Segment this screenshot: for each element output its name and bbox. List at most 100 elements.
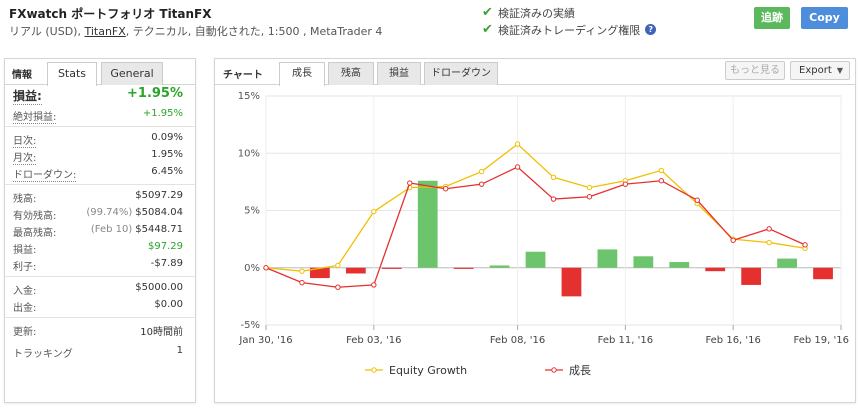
equity-growth-point [514, 141, 521, 147]
info-panel: 情報 Stats General 損益: +1.95% 絶対損益: +1.95%… [4, 58, 196, 403]
tab-profit[interactable]: 損益 [377, 62, 421, 85]
y-tick-label: 0% [244, 263, 260, 274]
x-tick-label: Feb 03, '16 [346, 335, 401, 346]
stat-interest: 利子: -$7.89 [5, 256, 195, 273]
growth-point [766, 226, 772, 232]
stat-tracking-value: 1 [176, 345, 183, 356]
x-tick-label: Feb 16, '16 [705, 335, 760, 346]
stat-gain-label: 損益: [13, 89, 42, 105]
export-label: Export [799, 65, 832, 76]
copy-button[interactable]: Copy [801, 7, 848, 29]
verified-trading-privileges: ✔ 検証済みトレーディング権限 ? [482, 21, 657, 38]
account-subline: リアル (USD), TitanFX, テクニカル, 自動化された, 1:500… [9, 23, 382, 39]
tab-balance[interactable]: 残高 [328, 62, 374, 85]
stat-updated-label: 更新: [13, 327, 37, 338]
tab-drawdown[interactable]: ドローダウン [424, 62, 498, 85]
equity-growth-point [586, 184, 593, 191]
account-details: , テクニカル, 自動化された, 1:500 , MetaTrader 4 [125, 25, 383, 38]
stat-abs-gain-value: +1.95% [142, 108, 183, 119]
equity-growth-point [478, 168, 485, 175]
growth-point [658, 178, 665, 184]
equity-growth-point [550, 174, 557, 180]
chart-section-label: チャート [223, 70, 263, 81]
stat-equity-value: $5084.04 [135, 207, 183, 218]
check-icon: ✔ [482, 5, 493, 20]
divider [5, 276, 195, 277]
growth-point [478, 181, 485, 187]
stat-withdrawals: 出金: $0.00 [5, 297, 195, 314]
divider [5, 184, 195, 185]
account-title: FXwatch ポートフォリオ TitanFX [9, 7, 212, 21]
bar [741, 267, 762, 285]
info-section-label: 情報 [12, 70, 32, 81]
stat-tracking-label: トラッキング [13, 349, 73, 360]
stat-interest-value: -$7.89 [150, 258, 183, 269]
verified-trading-privileges-label: 検証済みトレーディング権限 [498, 23, 641, 37]
help-icon[interactable]: ? [645, 24, 657, 35]
bar [777, 258, 797, 268]
broker-link[interactable]: TitanFX [84, 25, 125, 38]
stat-deposits: 入金: $5000.00 [5, 280, 195, 297]
info-tabs: 情報 Stats General [5, 59, 195, 86]
tab-general[interactable]: General [101, 62, 163, 85]
stat-monthly-label: 月次: [13, 149, 37, 165]
growth-point [407, 180, 413, 186]
stat-updated-value: 10時間前 [140, 327, 183, 338]
stat-drawdown-label: ドローダウン: [13, 166, 77, 182]
equity-growth-point [658, 167, 665, 174]
verified-track-record: ✔ 検証済みの実績 [482, 4, 656, 21]
stat-withdrawals-label: 出金: [13, 303, 37, 314]
stat-daily: 日次: 0.09% [5, 130, 195, 148]
stat-deposits-value: $5000.00 [135, 282, 183, 293]
tab-stats[interactable]: Stats [47, 62, 97, 86]
stat-drawdown-value: 6.45% [151, 166, 183, 177]
growth-point [550, 196, 557, 202]
stat-balance-label: 残高: [13, 194, 37, 205]
tab-growth[interactable]: 成長 [279, 62, 325, 86]
y-tick-label: 10% [238, 148, 260, 159]
bar [669, 262, 690, 268]
bar [633, 256, 654, 268]
chart-panel: チャート 成長 残高 損益 ドローダウン もっと見る Export ▼ 15% 10… [214, 58, 856, 403]
growth-point [586, 194, 593, 200]
account-type: リアル (USD), [9, 25, 85, 38]
more-button[interactable]: もっと見る [725, 61, 785, 80]
growth-point [335, 284, 341, 290]
verification-list: ✔ 検証済みの実績 ✔ 検証済みトレーディング権限 ? [482, 4, 657, 38]
chart-tabs: チャート 成長 残高 損益 ドローダウン もっと見る Export ▼ [215, 59, 855, 86]
bar [561, 267, 582, 297]
legend-marker [371, 367, 377, 373]
stat-drawdown: ドローダウン: 6.45% [5, 164, 195, 182]
stat-abs-gain-label: 絶対損益: [13, 108, 57, 124]
stat-profit-label: 損益: [13, 245, 37, 256]
bar [453, 267, 474, 269]
growth-point [730, 237, 736, 243]
growth-chart[interactable]: 15% 10% 5% 0% -5% Jan 30, '16 Feb 03, '16 Feb 0… [215, 86, 855, 402]
y-tick-label: 15% [238, 91, 260, 102]
equity-growth-point [371, 208, 377, 215]
stat-profit: 損益: $97.29 [5, 239, 195, 256]
account-header: FXwatch ポートフォリオ TitanFX リアル (USD), Titan… [0, 0, 860, 44]
stat-highest-value-wrap: (Feb 10) $5448.71 [91, 224, 183, 235]
stat-highest-value: $5448.71 [135, 224, 183, 235]
growth-point [622, 181, 629, 187]
stat-gain: 損益: +1.95% [5, 86, 195, 106]
growth-point [514, 164, 521, 170]
stat-withdrawals-value: $0.00 [154, 299, 183, 310]
stat-daily-label: 日次: [13, 132, 37, 148]
check-icon: ✔ [482, 22, 493, 37]
y-tick-label: 5% [244, 206, 260, 217]
follow-button[interactable]: 追跡 [754, 7, 790, 29]
growth-point [442, 186, 449, 192]
legend-growth: 成長 [569, 364, 591, 377]
x-tick-label: Jan 30, '16 [238, 335, 292, 346]
stat-updated: 更新: 10時間前 [5, 321, 195, 343]
stat-deposits-label: 入金: [13, 286, 37, 297]
equity-growth-point [299, 268, 305, 274]
growth-point [371, 282, 377, 288]
stat-balance: 残高: $5097.29 [5, 188, 195, 205]
stat-balance-value: $5097.29 [135, 190, 183, 201]
export-button[interactable]: Export ▼ [790, 61, 850, 80]
growth-point [299, 279, 305, 286]
chevron-down-icon: ▼ [836, 66, 843, 75]
